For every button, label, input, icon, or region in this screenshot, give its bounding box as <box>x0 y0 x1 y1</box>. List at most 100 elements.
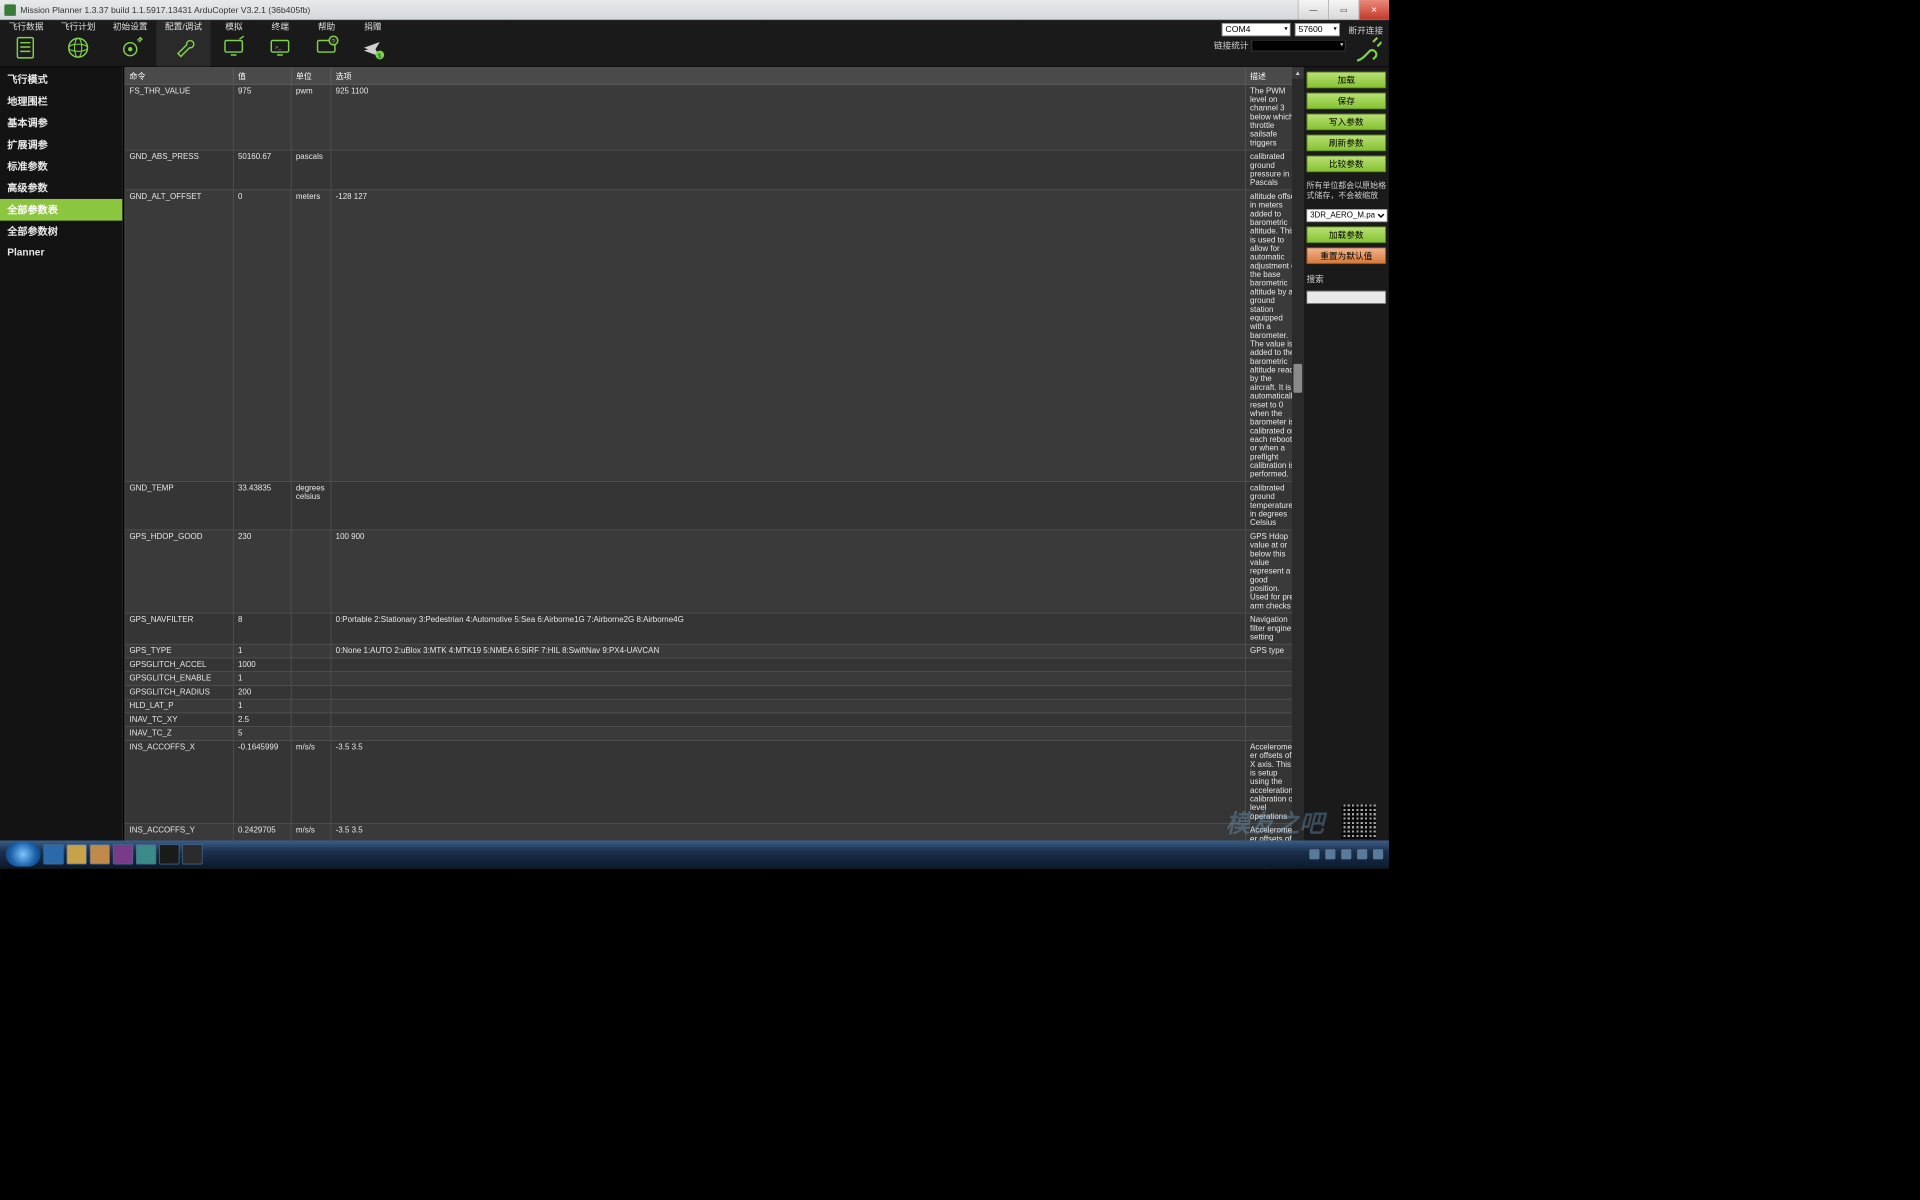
cell-cmd: GPS_HDOP_GOOD <box>125 530 234 613</box>
table-row[interactable]: HLD_LAT_P1 <box>125 699 1303 713</box>
taskbar-item[interactable] <box>67 844 87 864</box>
vertical-scrollbar[interactable]: ▲ ▼ <box>1292 67 1304 868</box>
menu-simulation[interactable]: 模拟 <box>211 20 257 66</box>
system-tray[interactable] <box>1309 849 1383 859</box>
compare-params-button[interactable]: 比较参数 <box>1306 156 1386 173</box>
search-input[interactable] <box>1306 291 1386 304</box>
sidebar-item-planner[interactable]: Planner <box>0 242 122 261</box>
button-label: 保存 <box>1338 96 1355 106</box>
window-minimize-button[interactable]: — <box>1298 0 1328 20</box>
table-row[interactable]: GPS_NAVFILTER80:Portable 2:Stationary 3:… <box>125 613 1303 644</box>
sidebar-item-full-parameter-list[interactable]: 全部参数表 <box>0 199 122 221</box>
tray-icon[interactable] <box>1357 849 1367 859</box>
menu-label: 飞行数据 <box>9 22 44 32</box>
table-row[interactable]: GND_ABS_PRESS50160.67pascalscalibrated g… <box>125 150 1303 190</box>
cell-val[interactable]: 200 <box>233 685 291 699</box>
cell-opt <box>331 672 1245 686</box>
baud-rate-select[interactable]: 57600▾ <box>1295 23 1340 36</box>
cell-cmd: FS_THR_VALUE <box>125 84 234 150</box>
cell-val[interactable]: 230 <box>233 530 291 613</box>
table-row[interactable]: INAV_TC_XY2.5 <box>125 713 1303 727</box>
menu-donate[interactable]: 捐赠 $ <box>350 20 396 66</box>
tray-icon[interactable] <box>1341 849 1351 859</box>
taskbar-item[interactable] <box>159 844 179 864</box>
cell-unit <box>291 530 331 613</box>
sidebar-item-flight-modes[interactable]: 飞行模式 <box>0 69 122 91</box>
table-row[interactable]: GPSGLITCH_ACCEL1000 <box>125 658 1303 672</box>
taskbar-item[interactable] <box>43 844 63 864</box>
cell-val[interactable]: 2.5 <box>233 713 291 727</box>
watermark-qr-icon <box>1341 804 1376 839</box>
tray-icon[interactable] <box>1373 849 1383 859</box>
table-row[interactable]: GPS_HDOP_GOOD230100 900GPS Hdop value at… <box>125 530 1303 613</box>
cell-val[interactable]: 8 <box>233 613 291 644</box>
disconnect-label[interactable]: 断开连接 <box>1348 24 1383 36</box>
start-button[interactable] <box>6 842 41 867</box>
cell-val[interactable]: 1 <box>233 699 291 713</box>
taskbar-item[interactable] <box>136 844 156 864</box>
sidebar-item-extended-tuning[interactable]: 扩展调参 <box>0 134 122 156</box>
menu-help[interactable]: 帮助 ? <box>303 20 349 66</box>
sidebar-item-full-parameter-tree[interactable]: 全部参数树 <box>0 221 122 243</box>
com-port-select[interactable]: COM4▾ <box>1222 23 1291 36</box>
menu-flight-data[interactable]: 飞行数据 <box>0 20 52 66</box>
cell-opt <box>331 481 1245 529</box>
cell-val[interactable]: 5 <box>233 727 291 741</box>
menu-terminal[interactable]: 终端 >_ <box>257 20 303 66</box>
scroll-thumb[interactable] <box>1293 364 1302 393</box>
save-button[interactable]: 保存 <box>1306 93 1386 110</box>
table-row[interactable]: GND_TEMP33.43835degrees celsiuscalibrate… <box>125 481 1303 529</box>
taskbar-item[interactable] <box>113 844 133 864</box>
load-preset-button[interactable]: 加载参数 <box>1306 226 1386 243</box>
table-row[interactable]: INS_ACCOFFS_X-0.1645999m/s/s-3.5 3.5Acce… <box>125 740 1303 823</box>
app-icon <box>4 4 16 16</box>
parameter-table-area: 命令 值 单位 选项 描述 FS_THR_VALUE975pwm925 1100… <box>123 67 1304 868</box>
write-params-button[interactable]: 写入参数 <box>1306 114 1386 131</box>
sidebar-item-geofence[interactable]: 地理围栏 <box>0 90 122 112</box>
table-row[interactable]: GND_ALT_OFFSET0meters-128 127altitude of… <box>125 190 1303 482</box>
menu-flight-plan[interactable]: 飞行计划 <box>52 20 104 66</box>
cell-opt: 925 1100 <box>331 84 1245 150</box>
cell-val[interactable]: 1 <box>233 644 291 658</box>
connect-plug-icon[interactable] <box>1353 36 1382 65</box>
table-row[interactable]: FS_THR_VALUE975pwm925 1100The PWM level … <box>125 84 1303 150</box>
load-button[interactable]: 加载 <box>1306 72 1386 89</box>
cell-val[interactable]: 33.43835 <box>233 481 291 529</box>
monitor-sim-icon <box>219 33 248 62</box>
col-header-unit[interactable]: 单位 <box>291 68 331 85</box>
tray-icon[interactable] <box>1325 849 1335 859</box>
cell-val[interactable]: 0 <box>233 190 291 482</box>
col-header-value[interactable]: 值 <box>233 68 291 85</box>
cell-val[interactable]: -0.1645999 <box>233 740 291 823</box>
sidebar-item-label: 全部参数树 <box>7 226 58 238</box>
help-icon: ? <box>312 33 341 62</box>
sidebar-item-standard-params[interactable]: 标准参数 <box>0 156 122 178</box>
menu-config-tuning[interactable]: 配置/调试 <box>156 20 211 66</box>
window-maximize-button[interactable]: ▭ <box>1328 0 1358 20</box>
cell-cmd: INAV_TC_Z <box>125 727 234 741</box>
table-row[interactable]: GPS_TYPE10:None 1:AUTO 2:uBlox 3:MTK 4:M… <box>125 644 1303 658</box>
table-row[interactable]: GPSGLITCH_ENABLE1 <box>125 672 1303 686</box>
cell-val[interactable]: 50160.67 <box>233 150 291 190</box>
col-header-options[interactable]: 选项 <box>331 68 1245 85</box>
sidebar-item-basic-tuning[interactable]: 基本调参 <box>0 112 122 134</box>
sidebar-item-advanced-params[interactable]: 高级参数 <box>0 177 122 199</box>
wrench-icon <box>169 33 198 62</box>
cell-val[interactable]: 1000 <box>233 658 291 672</box>
link-stats-bar[interactable]: ▾ <box>1251 39 1345 51</box>
table-row[interactable]: INAV_TC_Z5 <box>125 727 1303 741</box>
window-close-button[interactable]: ✕ <box>1359 0 1389 20</box>
menu-initial-setup[interactable]: 初始设置 <box>104 20 156 66</box>
tray-icon[interactable] <box>1309 849 1319 859</box>
refresh-params-button[interactable]: 刷新参数 <box>1306 135 1386 152</box>
reset-default-button[interactable]: 重置为默认值 <box>1306 247 1386 264</box>
preset-select[interactable]: 3DR_AERO_M.pa <box>1306 209 1387 222</box>
cell-val[interactable]: 1 <box>233 672 291 686</box>
cell-val[interactable]: 975 <box>233 84 291 150</box>
table-row[interactable]: GPSGLITCH_RADIUS200 <box>125 685 1303 699</box>
scroll-up-arrow[interactable]: ▲ <box>1292 67 1304 79</box>
col-header-command[interactable]: 命令 <box>125 68 234 85</box>
taskbar-item[interactable] <box>182 844 202 864</box>
taskbar-item[interactable] <box>90 844 110 864</box>
cell-cmd: GND_ABS_PRESS <box>125 150 234 190</box>
